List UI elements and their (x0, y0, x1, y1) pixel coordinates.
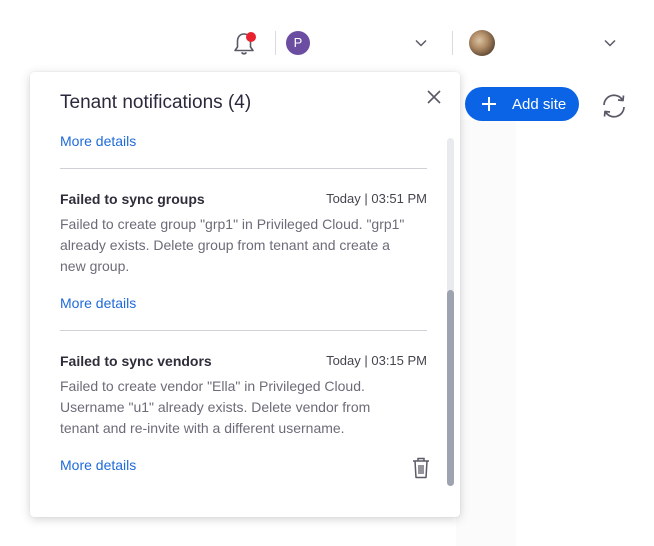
notification-badge (246, 32, 256, 42)
refresh-icon[interactable] (599, 91, 629, 121)
more-details-link[interactable]: More details (60, 457, 136, 473)
notifications-list[interactable]: More details Failed to sync groups Today… (30, 132, 460, 517)
scrollbar-thumb[interactable] (447, 290, 454, 486)
chevron-down-icon[interactable] (415, 39, 427, 47)
notification-body: Failed to create group "grp1" in Privile… (60, 216, 405, 274)
user-avatar[interactable]: P (286, 31, 310, 55)
popover-title: Tenant notifications (4) (60, 92, 252, 113)
notifications-popover: Tenant notifications (4) More details Fa… (30, 72, 460, 517)
divider (452, 31, 453, 55)
notification-body: Failed to create vendor "Ella" in Privil… (60, 378, 371, 436)
more-details-link[interactable]: More details (60, 295, 136, 311)
divider (60, 330, 427, 331)
add-site-button[interactable]: Add site (465, 87, 579, 121)
notification-title: Failed to sync vendors (60, 353, 212, 369)
divider (60, 168, 427, 169)
trash-icon[interactable] (412, 457, 430, 479)
notification-title: Failed to sync groups (60, 191, 205, 207)
profile-avatar[interactable] (469, 30, 495, 56)
more-details-link[interactable]: More details (60, 133, 136, 149)
background-panel (456, 120, 516, 546)
notification-time: Today | 03:51 PM (326, 191, 427, 206)
divider (275, 31, 276, 55)
close-icon[interactable] (426, 89, 442, 105)
chevron-down-icon[interactable] (604, 39, 616, 47)
plus-icon (482, 97, 496, 111)
add-site-label: Add site (512, 95, 567, 113)
notification-time: Today | 03:15 PM (326, 353, 427, 368)
